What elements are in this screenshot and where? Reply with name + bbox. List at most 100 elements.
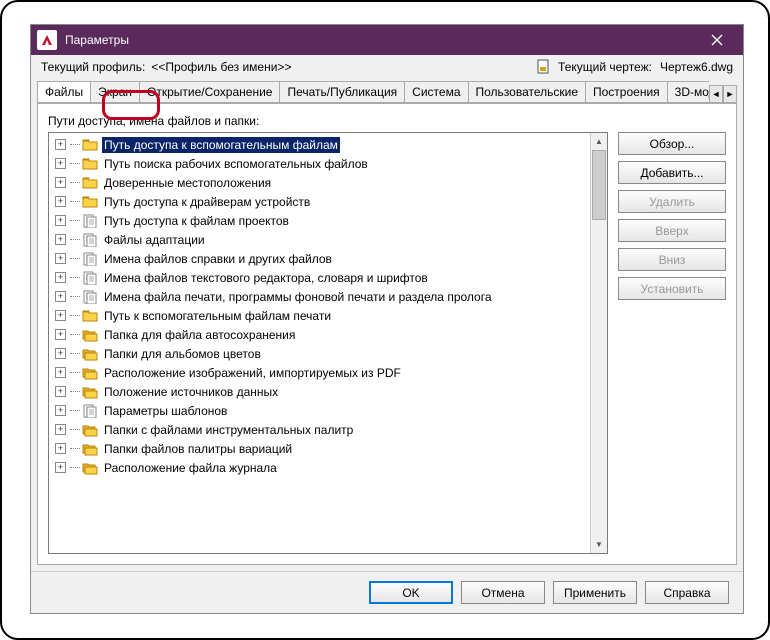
expand-icon[interactable]: + — [55, 215, 66, 226]
folder-icon — [82, 137, 98, 153]
close-button[interactable] — [697, 25, 737, 55]
tab-экран[interactable]: Экран — [90, 81, 140, 102]
tab-scroll-right[interactable]: ► — [723, 85, 737, 103]
paths-label: Пути доступа, имена файлов и папки: — [48, 114, 726, 128]
scroll-thumb[interactable] — [592, 150, 606, 220]
expand-icon[interactable]: + — [55, 424, 66, 435]
tab-построения[interactable]: Построения — [585, 81, 668, 102]
tree-item[interactable]: +Путь доступа к драйверам устройств — [49, 192, 590, 211]
tree-item-label: Расположение файла журнала — [102, 460, 279, 476]
tree-item-label: Расположение изображений, импортируемых … — [102, 365, 403, 381]
tab-печать/публикация[interactable]: Печать/Публикация — [279, 81, 405, 102]
tree-item[interactable]: + Расположение файла журнала — [49, 458, 590, 477]
tree-item[interactable]: + Положение источников данных — [49, 382, 590, 401]
tree-item[interactable]: +Папки файлов палитры вариаций — [49, 439, 590, 458]
удалить-button[interactable]: Удалить — [618, 190, 726, 213]
tree-connector — [70, 277, 80, 278]
scroll-up-icon[interactable]: ▲ — [591, 133, 607, 150]
expand-icon[interactable]: + — [55, 443, 66, 454]
tree-item[interactable]: +Путь к вспомогательным файлам печати — [49, 306, 590, 325]
вниз-button[interactable]: Вниз — [618, 248, 726, 271]
tree-item[interactable]: +Файлы адаптации — [49, 230, 590, 249]
dwg-icon — [536, 59, 552, 75]
tree-item-label: Папки с файлами инструментальных палитр — [102, 422, 355, 438]
expand-icon[interactable]: + — [55, 329, 66, 340]
ok-button[interactable]: OK — [369, 581, 453, 604]
expand-icon[interactable]: + — [55, 139, 66, 150]
folders-icon — [82, 384, 98, 400]
tree-item-label: Папка для файла автосохранения — [102, 327, 297, 343]
profile-label: Текущий профиль: — [41, 60, 145, 74]
tree-connector — [70, 410, 80, 411]
folders-icon — [82, 346, 98, 362]
profile-value: <<Профиль без имени>> — [151, 60, 536, 74]
tree-connector — [70, 448, 80, 449]
expand-icon[interactable]: + — [55, 291, 66, 302]
options-dialog: Параметры Текущий профиль: <<Профиль без… — [30, 24, 744, 614]
expand-icon[interactable]: + — [55, 386, 66, 397]
expand-icon[interactable]: + — [55, 158, 66, 169]
вверх-button[interactable]: Вверх — [618, 219, 726, 242]
tree-connector — [70, 353, 80, 354]
folders-icon — [82, 422, 98, 438]
tree-item[interactable]: + Путь доступа к файлам проектов — [49, 211, 590, 230]
tree-item[interactable]: +Доверенные местоположения — [49, 173, 590, 192]
установить-button[interactable]: Установить — [618, 277, 726, 300]
expand-icon[interactable]: + — [55, 348, 66, 359]
expand-icon[interactable]: + — [55, 196, 66, 207]
tree-connector — [70, 163, 80, 164]
expand-icon[interactable]: + — [55, 405, 66, 416]
tree-item[interactable]: + Папки с файлами инструментальных палитр — [49, 420, 590, 439]
doc-icon — [82, 270, 98, 286]
folder-icon — [82, 194, 98, 210]
tree-item[interactable]: + Имена файлов текстового редактора, слов… — [49, 268, 590, 287]
titlebar: Параметры — [31, 25, 743, 55]
folder-icon — [82, 175, 98, 191]
tree-item[interactable]: + Расположение изображений, импортируемых… — [49, 363, 590, 382]
tree-connector — [70, 391, 80, 392]
добавить-button[interactable]: Добавить... — [618, 161, 726, 184]
tree-item-label: Имена файлов текстового редактора, слова… — [102, 270, 430, 286]
expand-icon[interactable]: + — [55, 234, 66, 245]
tab-3d-моделирова[interactable]: 3D-моделирова — [667, 81, 709, 102]
tree-connector — [70, 201, 80, 202]
expand-icon[interactable]: + — [55, 177, 66, 188]
tab-scroll-left[interactable]: ◄ — [709, 85, 723, 103]
folder-icon — [82, 156, 98, 172]
tree-item[interactable]: +Путь поиска рабочих вспомогательных фай… — [49, 154, 590, 173]
tree-scrollbar[interactable]: ▲ ▼ — [590, 133, 607, 553]
doc-icon — [82, 403, 98, 419]
expand-icon[interactable]: + — [55, 367, 66, 378]
tab-пользовательские[interactable]: Пользовательские — [468, 81, 587, 102]
help-button[interactable]: Справка — [645, 581, 729, 604]
paths-tree: +Путь доступа к вспомогательным файлам+П… — [48, 132, 608, 554]
tree-item-label: Параметры шаблонов — [102, 403, 229, 419]
expand-icon[interactable]: + — [55, 272, 66, 283]
tab-scroll: ◄ ► — [709, 85, 737, 103]
expand-icon[interactable]: + — [55, 253, 66, 264]
scroll-down-icon[interactable]: ▼ — [591, 536, 607, 553]
dialog-buttons: OK Отмена Применить Справка — [31, 571, 743, 613]
folders-icon — [82, 460, 98, 476]
expand-icon[interactable]: + — [55, 310, 66, 321]
tree-connector — [70, 372, 80, 373]
tree-item-label: Путь доступа к файлам проектов — [102, 213, 291, 229]
info-bar: Текущий профиль: <<Профиль без имени>> Т… — [31, 55, 743, 79]
tree-item[interactable]: + Параметры шаблонов — [49, 401, 590, 420]
обзор-button[interactable]: Обзор... — [618, 132, 726, 155]
tree-item[interactable]: +Имена файлов справки и других файлов — [49, 249, 590, 268]
tree-item[interactable]: +Путь доступа к вспомогательным файлам — [49, 135, 590, 154]
expand-icon[interactable]: + — [55, 462, 66, 473]
tab-открытие/сохранение[interactable]: Открытие/Сохранение — [139, 81, 280, 102]
tree-item[interactable]: + Папка для файла автосохранения — [49, 325, 590, 344]
tree-connector — [70, 315, 80, 316]
tab-система[interactable]: Система — [404, 81, 468, 102]
cancel-button[interactable]: Отмена — [461, 581, 545, 604]
tab-файлы[interactable]: Файлы — [37, 81, 91, 103]
apply-button[interactable]: Применить — [553, 581, 637, 604]
doc-icon — [82, 289, 98, 305]
tree-item[interactable]: +Папки для альбомов цветов — [49, 344, 590, 363]
tree-item[interactable]: +Имена файла печати, программы фоновой п… — [49, 287, 590, 306]
tree-connector — [70, 296, 80, 297]
tree-item-label: Положение источников данных — [102, 384, 280, 400]
